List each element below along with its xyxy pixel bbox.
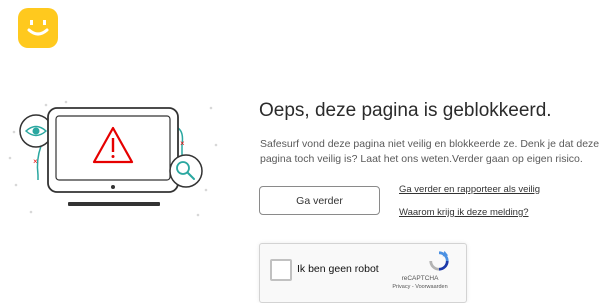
recaptcha-widget: Ik ben geen robot reCAPTCHA Privacy - Vo… — [259, 243, 467, 303]
magnifier-icon — [169, 154, 203, 188]
description-text: Safesurf vond deze pagina niet veilig en… — [260, 137, 599, 167]
telenet-logo — [18, 8, 58, 48]
description-line-2: pagina toch veilig is? Laat het ons wete… — [260, 153, 583, 165]
smiley-face-icon — [27, 20, 49, 36]
why-message-link[interactable]: Waarom krijg ik deze melding? — [399, 207, 529, 218]
description-line-1: Safesurf vond deze pagina niet veilig en… — [260, 138, 600, 150]
recaptcha-terms-link[interactable]: Privacy - Voorwaarden — [378, 284, 462, 290]
recaptcha-label: Ik ben geen robot — [297, 263, 379, 275]
blocked-illustration: × × — [8, 100, 218, 217]
recaptcha-checkbox[interactable] — [270, 259, 292, 281]
report-safe-link[interactable]: Ga verder en rapporteer als veilig — [399, 184, 540, 195]
svg-text:×: × — [180, 139, 185, 148]
svg-text:×: × — [33, 157, 38, 166]
continue-button[interactable]: Ga verder — [259, 186, 380, 215]
recaptcha-brand: reCAPTCHA — [401, 275, 439, 282]
recaptcha-logo-icon — [429, 250, 449, 271]
page-title: Oeps, deze pagina is geblokkeerd. — [259, 100, 552, 121]
